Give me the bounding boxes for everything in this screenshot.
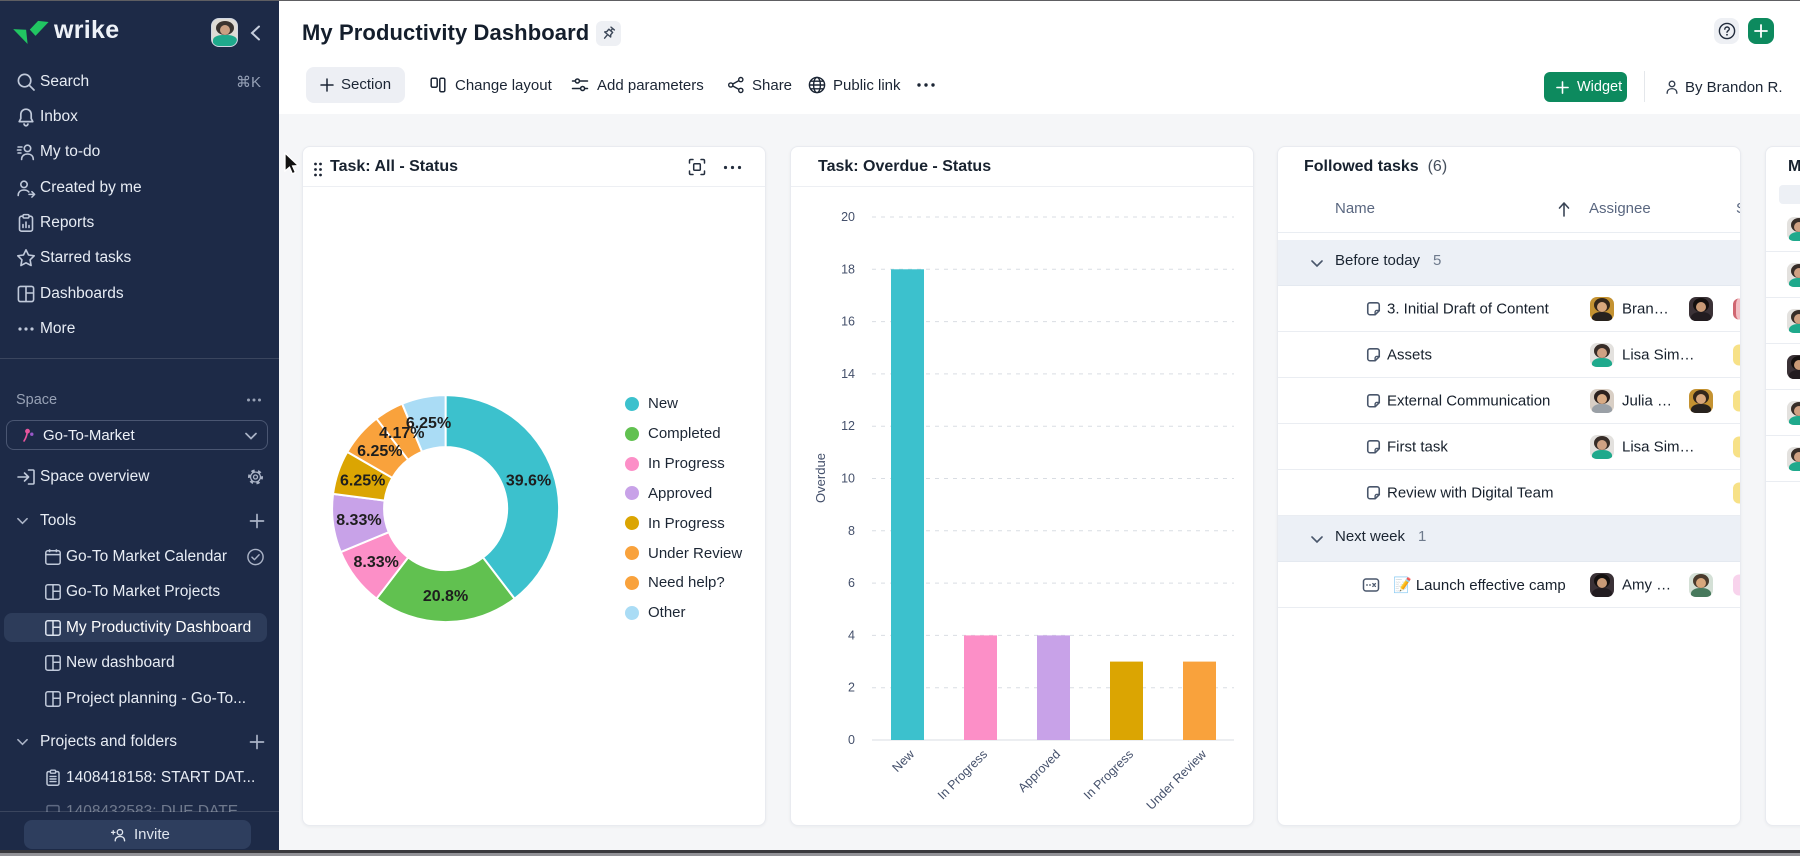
svg-text:New: New (890, 747, 918, 775)
svg-text:39.6%: 39.6% (506, 473, 551, 490)
svg-text:6.25%: 6.25% (340, 473, 385, 490)
svg-text:2: 2 (848, 681, 855, 695)
svg-text:12: 12 (841, 419, 855, 433)
svg-text:16: 16 (841, 315, 855, 329)
svg-text:In Progress: In Progress (1081, 747, 1136, 802)
svg-text:Approved: Approved (1015, 747, 1063, 795)
svg-text:6: 6 (848, 576, 855, 590)
svg-text:4: 4 (848, 628, 855, 642)
svg-text:8: 8 (848, 524, 855, 538)
svg-text:Under Review: Under Review (1144, 747, 1210, 813)
svg-text:8.33%: 8.33% (336, 512, 381, 529)
svg-text:6.25%: 6.25% (357, 443, 402, 460)
svg-text:wrike: wrike (53, 16, 119, 44)
svg-text:20: 20 (841, 210, 855, 224)
svg-text:20.8%: 20.8% (423, 588, 468, 605)
svg-text:14: 14 (841, 367, 855, 381)
svg-text:18: 18 (841, 262, 855, 276)
svg-text:8.33%: 8.33% (354, 554, 399, 571)
svg-text:Overdue: Overdue (813, 453, 828, 503)
svg-text:6.25%: 6.25% (406, 415, 451, 432)
svg-text:0: 0 (848, 733, 855, 747)
svg-text:In Progress: In Progress (935, 747, 990, 802)
svg-text:10: 10 (841, 472, 855, 486)
